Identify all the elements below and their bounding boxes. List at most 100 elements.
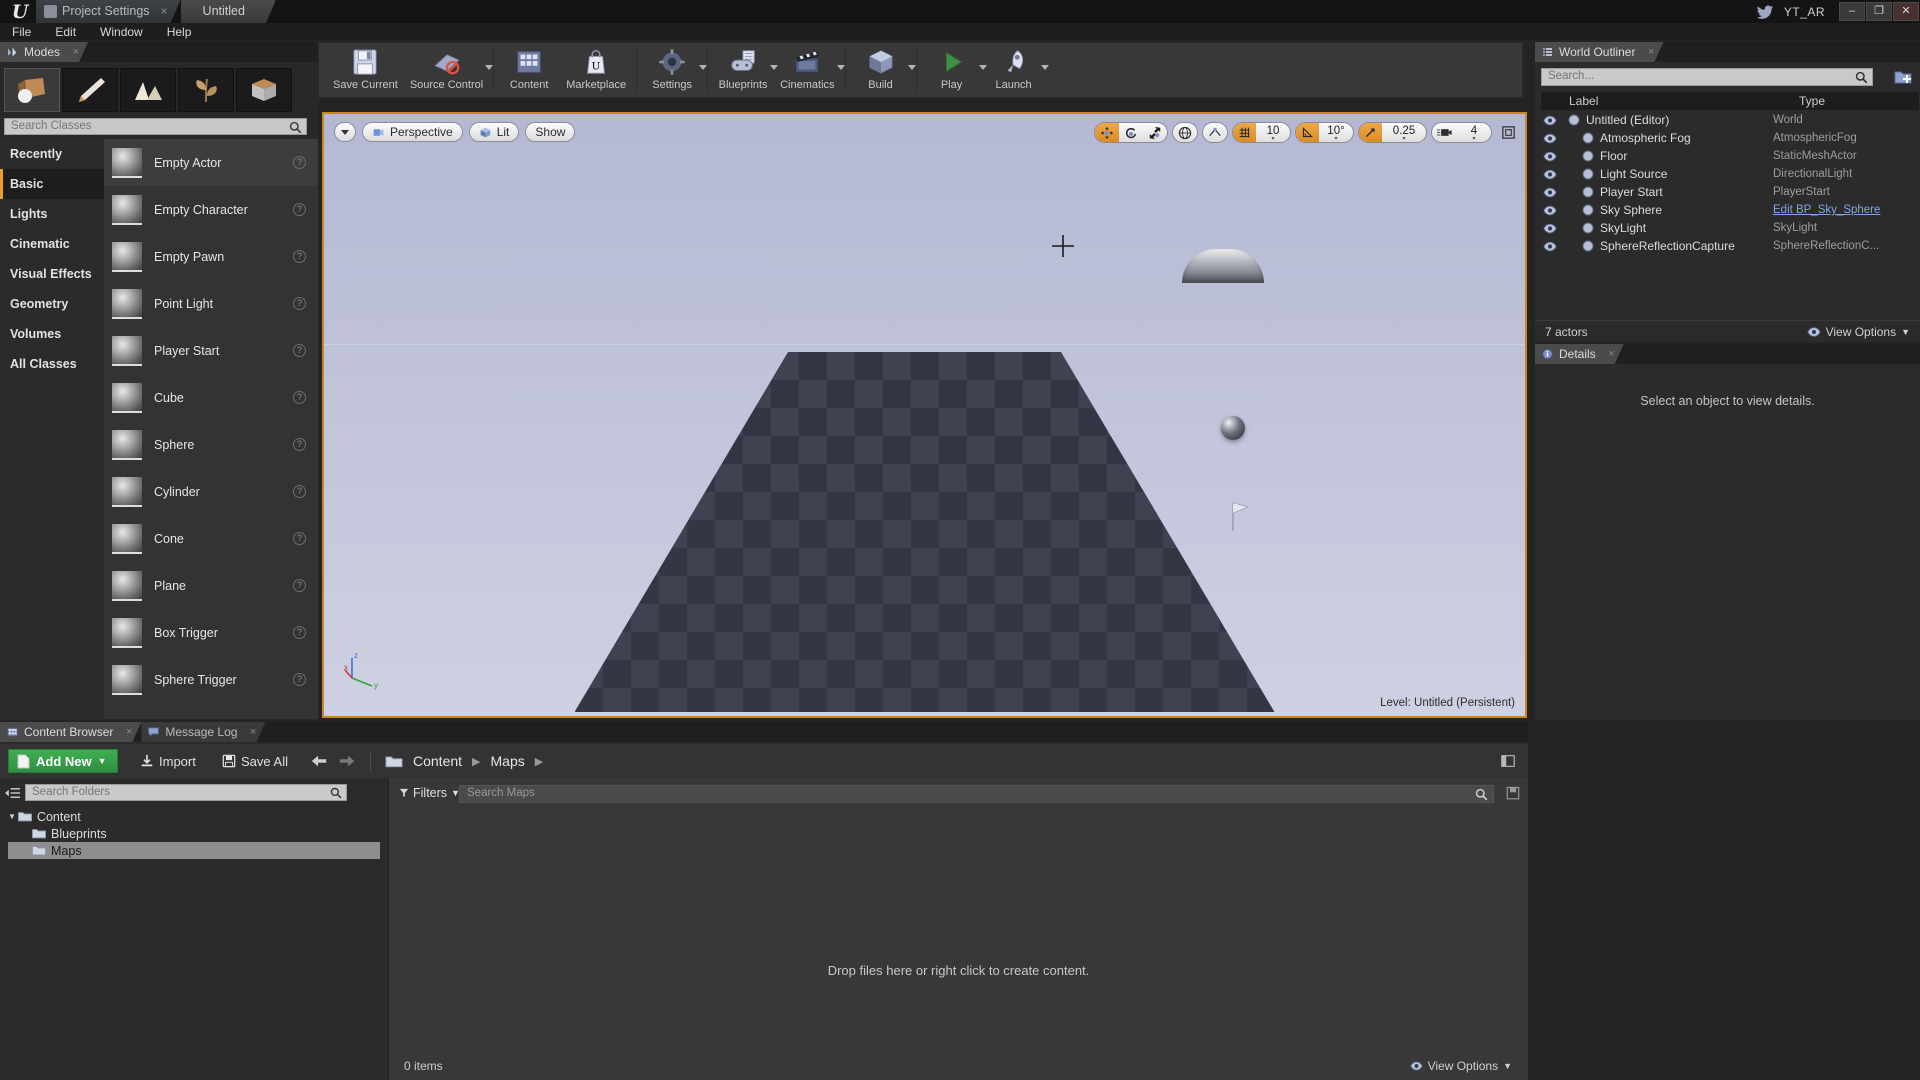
chevron-down-icon[interactable] xyxy=(908,65,916,70)
asset-search-input[interactable]: Search Maps xyxy=(459,785,1494,803)
scale-mode-button[interactable] xyxy=(1143,122,1167,143)
toolbar-launch[interactable]: Launch xyxy=(983,43,1045,97)
coordinate-system-button[interactable] xyxy=(1172,122,1198,143)
rotation-snap-value-dropdown[interactable]: 10° ▾ xyxy=(1319,122,1353,143)
toolbar-settings[interactable]: Settings xyxy=(641,43,703,97)
actor-list-item[interactable]: Sphere Trigger? xyxy=(104,656,318,703)
category-visual-effects[interactable]: Visual Effects xyxy=(0,259,104,289)
actor-list-item[interactable]: Cone? xyxy=(104,515,318,562)
camera-speed-icon-cell[interactable] xyxy=(1432,122,1457,143)
forward-arrow-icon[interactable] xyxy=(338,753,356,769)
category-cinematic[interactable]: Cinematic xyxy=(0,229,104,259)
toolbar-cinematics[interactable]: Cinematics xyxy=(774,43,840,97)
outliner-row[interactable]: SphereReflectionCaptureSphereReflectionC… xyxy=(1541,237,1920,255)
help-icon[interactable]: ? xyxy=(293,626,306,639)
help-icon[interactable]: ? xyxy=(293,485,306,498)
back-arrow-icon[interactable] xyxy=(310,753,328,769)
save-search-icon[interactable] xyxy=(1506,786,1520,802)
content-view-options[interactable]: View Options ▼ xyxy=(1410,1059,1512,1073)
camera-speed-value-dropdown[interactable]: 4 ▾ xyxy=(1457,122,1491,143)
visibility-eye-icon[interactable] xyxy=(1543,241,1557,252)
outliner-row[interactable]: Sky SphereEdit BP_Sky_Sphere xyxy=(1541,201,1920,219)
level-viewport[interactable]: Perspective Lit Show xyxy=(322,112,1527,718)
import-button[interactable]: Import xyxy=(140,749,196,773)
chevron-down-icon[interactable] xyxy=(837,65,845,70)
help-icon[interactable]: ? xyxy=(293,673,306,686)
actor-list-item[interactable]: Point Light? xyxy=(104,280,318,327)
mode-button-paint[interactable] xyxy=(62,68,118,112)
mode-button-foliage[interactable] xyxy=(178,68,234,112)
toolbar-source-control[interactable]: Source Control xyxy=(404,43,489,97)
actor-list-item[interactable]: Empty Pawn? xyxy=(104,233,318,280)
visibility-eye-icon[interactable] xyxy=(1543,169,1557,180)
lock-sources-icon[interactable] xyxy=(1500,753,1516,769)
filters-button[interactable]: Filters ▼ xyxy=(399,786,460,800)
actor-list-item[interactable]: Cylinder? xyxy=(104,468,318,515)
help-icon[interactable]: ? xyxy=(293,438,306,451)
column-type[interactable]: Type xyxy=(1799,94,1825,108)
chevron-down-icon[interactable] xyxy=(699,65,707,70)
search-classes-input[interactable]: Search Classes xyxy=(4,118,307,135)
scale-snap-toggle[interactable] xyxy=(1359,122,1382,143)
category-basic[interactable]: Basic xyxy=(0,169,104,199)
help-icon[interactable]: ? xyxy=(293,391,306,404)
minimize-button[interactable]: – xyxy=(1839,2,1865,21)
menu-window[interactable]: Window xyxy=(88,24,155,41)
actor-list-item[interactable]: Empty Character? xyxy=(104,186,318,233)
visibility-eye-icon[interactable] xyxy=(1543,223,1557,234)
outliner-row[interactable]: Atmospheric FogAtmosphericFog xyxy=(1541,129,1920,147)
folder-tree-node[interactable]: Maps xyxy=(8,842,380,859)
collapse-sources-icon[interactable] xyxy=(4,786,21,800)
outliner-view-options[interactable]: View Options ▼ xyxy=(1807,325,1910,339)
close-button[interactable]: ✕ xyxy=(1893,2,1919,21)
add-new-button[interactable]: Add New ▼ xyxy=(8,749,118,773)
toolbar-play[interactable]: Play xyxy=(921,43,983,97)
help-icon[interactable]: ? xyxy=(293,344,306,357)
surface-snap-button[interactable] xyxy=(1202,122,1228,143)
rotate-mode-button[interactable] xyxy=(1119,122,1143,143)
tab-world-outliner[interactable]: World Outliner × xyxy=(1535,42,1663,62)
category-recently-placed[interactable]: Recently Placed xyxy=(0,139,104,169)
menu-file[interactable]: File xyxy=(0,24,43,41)
close-icon[interactable]: × xyxy=(161,0,168,23)
visibility-eye-icon[interactable] xyxy=(1543,151,1557,162)
help-icon[interactable]: ? xyxy=(293,156,306,169)
mode-button-place[interactable] xyxy=(4,68,60,112)
chevron-down-icon[interactable] xyxy=(485,65,493,70)
category-lights[interactable]: Lights xyxy=(0,199,104,229)
window-tab-untitled[interactable]: Untitled xyxy=(181,0,276,23)
visibility-eye-icon[interactable] xyxy=(1543,115,1557,126)
folder-search-input[interactable]: Search Folders xyxy=(25,784,347,801)
actor-list-item[interactable]: Empty Actor? xyxy=(104,139,318,186)
help-icon[interactable]: ? xyxy=(293,532,306,545)
tab-content-browser[interactable]: Content Browser × xyxy=(0,722,141,742)
category-volumes[interactable]: Volumes xyxy=(0,319,104,349)
viewport-perspective-button[interactable]: Perspective xyxy=(362,122,463,142)
maximize-button[interactable]: ❐ xyxy=(1866,2,1892,21)
toolbar-marketplace[interactable]: U Marketplace xyxy=(560,43,632,97)
actor-list-item[interactable]: Plane? xyxy=(104,562,318,609)
sky-sphere-actor[interactable] xyxy=(1221,416,1245,440)
breadcrumb-maps[interactable]: Maps xyxy=(491,753,525,769)
tab-details[interactable]: Details × xyxy=(1535,344,1624,364)
twitter-icon[interactable] xyxy=(1756,5,1774,19)
maximize-viewport-icon[interactable] xyxy=(1500,124,1517,141)
asset-view-panel[interactable]: Filters ▼ Search Maps Drop files here or… xyxy=(388,778,1528,1080)
close-icon[interactable]: × xyxy=(73,42,79,62)
toolbar-save-current[interactable]: Save Current xyxy=(327,43,404,97)
actor-list-item[interactable]: Sphere? xyxy=(104,421,318,468)
chevron-down-icon[interactable] xyxy=(1041,65,1049,70)
breadcrumb-separator-icon[interactable]: ▶ xyxy=(535,755,543,768)
folder-tree-node[interactable]: Blueprints xyxy=(8,825,380,842)
viewport-show-button[interactable]: Show xyxy=(525,122,575,142)
outliner-row[interactable]: SkyLightSkyLight xyxy=(1541,219,1920,237)
viewport-lit-button[interactable]: Lit xyxy=(469,122,520,142)
close-icon[interactable]: × xyxy=(1648,42,1654,62)
help-icon[interactable]: ? xyxy=(293,203,306,216)
close-icon[interactable]: × xyxy=(126,722,132,742)
folder-tree-node[interactable]: ▼Content xyxy=(8,808,380,825)
rotation-snap-toggle[interactable] xyxy=(1296,122,1319,143)
help-icon[interactable]: ? xyxy=(293,579,306,592)
outliner-row[interactable]: Player StartPlayerStart xyxy=(1541,183,1920,201)
outliner-row[interactable]: Light SourceDirectionalLight xyxy=(1541,165,1920,183)
